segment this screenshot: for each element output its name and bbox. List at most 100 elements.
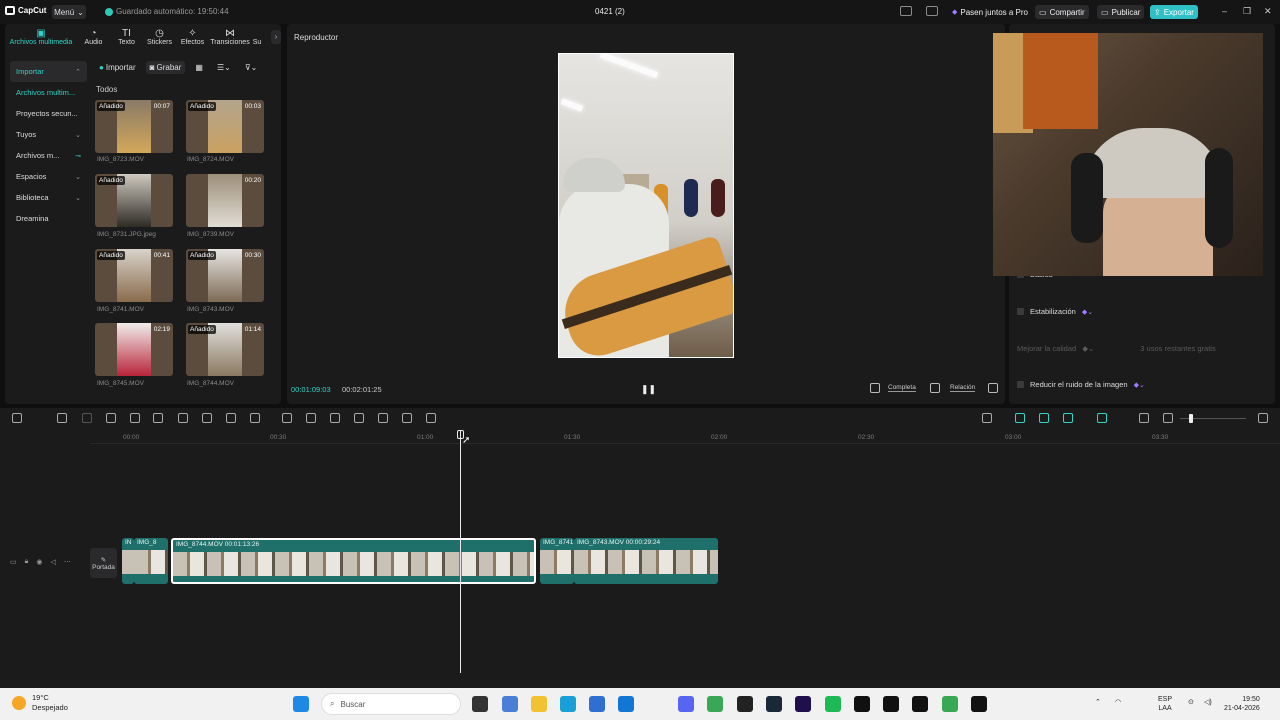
import-button[interactable]: ● Importar (95, 61, 140, 74)
stabilization-row[interactable]: Estabilización ◆⌄ (1017, 307, 1093, 316)
tiktok-icon[interactable] (883, 696, 899, 712)
timeline-clip[interactable]: IMG_8741 (540, 538, 574, 584)
image-icon[interactable] (402, 413, 412, 423)
store-icon[interactable] (589, 696, 605, 712)
preview-axis-icon[interactable] (1063, 413, 1073, 423)
sidebar-item-import[interactable]: Importar ⌃ (10, 61, 87, 82)
sort-button[interactable]: ☰⌄ (213, 61, 235, 74)
shield-icon[interactable] (202, 413, 212, 423)
media-thumbnail[interactable]: Añadido 00:07 (95, 100, 173, 153)
noise-reduction-row[interactable]: Reducir el ruido de la imagen ◆⌄ (1017, 380, 1145, 389)
media-thumbnail[interactable]: 00:20 (186, 174, 264, 227)
task-view-icon[interactable] (472, 696, 488, 712)
tab-audio[interactable]: ◔ Audio (77, 24, 110, 52)
track-toggle-icon[interactable]: ▭ (10, 558, 17, 566)
mail-icon[interactable] (618, 696, 634, 712)
fit-icon[interactable] (870, 383, 880, 393)
person-icon[interactable] (330, 413, 340, 423)
aspect-ratio-button[interactable]: Relación (950, 384, 976, 392)
timeline-clip[interactable]: IN (122, 538, 134, 584)
track-icon[interactable] (1097, 413, 1107, 423)
premiere-icon[interactable] (795, 696, 811, 712)
grid-view-button[interactable]: ▦ (191, 61, 207, 74)
checkbox[interactable] (1017, 308, 1024, 315)
steam-icon[interactable] (766, 696, 782, 712)
layout-icon[interactable] (900, 6, 912, 16)
zoom-out-icon[interactable] (1163, 413, 1173, 423)
timeline-clip-selected[interactable]: IMG_8744.MOV 00:01:13:26 (171, 538, 536, 584)
lock-icon[interactable]: 🔒︎ (25, 558, 29, 566)
close-icon[interactable]: ✕ (1264, 6, 1272, 17)
redo-icon[interactable] (82, 413, 92, 423)
network-icon[interactable]: ⊙ (1188, 698, 1194, 707)
live-app-icon[interactable] (854, 696, 870, 712)
export-button[interactable]: ⇪ Exportar (1150, 5, 1198, 19)
delete-icon[interactable] (178, 413, 188, 423)
maximize-icon[interactable]: ❐ (1243, 6, 1251, 17)
tab-text[interactable]: TI Texto (110, 24, 143, 52)
shortcuts-icon[interactable] (926, 6, 938, 16)
media-thumbnail[interactable]: Añadido 00:30 (186, 249, 264, 302)
speed-icon[interactable] (250, 413, 260, 423)
discord-icon[interactable] (678, 696, 694, 712)
capcut-icon[interactable] (912, 696, 928, 712)
select-tool-icon[interactable] (12, 413, 22, 423)
more-icon[interactable]: ⋯ (64, 558, 71, 566)
undo-icon[interactable] (57, 413, 67, 423)
pro-button[interactable]: ◆ Pasen juntos a Pro (948, 5, 1032, 19)
tabs-next-button[interactable]: › (271, 30, 281, 44)
sidebar-item-dreamina[interactable]: Dreamina (10, 208, 87, 229)
media-thumbnail[interactable]: Añadido (95, 174, 173, 227)
pause-button[interactable]: ❚❚ (641, 384, 656, 395)
tab-stickers[interactable]: ◷ Stickers (143, 24, 176, 52)
zoom-slider-handle[interactable] (1189, 414, 1193, 423)
timeline-clip[interactable]: IMG_8743.MOV 00:00:29:24 (574, 538, 718, 584)
minimize-icon[interactable]: – (1222, 6, 1227, 16)
edge-icon[interactable] (560, 696, 576, 712)
eye-icon[interactable]: ◉ (36, 558, 42, 566)
split-left-icon[interactable] (130, 413, 140, 423)
freeze-icon[interactable] (282, 413, 292, 423)
chrome-icon[interactable] (707, 696, 723, 712)
sidebar-item-yours[interactable]: Tuyos ⌄ (10, 124, 87, 145)
obs-icon[interactable] (737, 696, 753, 712)
tab-subtitles[interactable]: Su (251, 24, 263, 52)
magnet-icon[interactable] (1039, 413, 1049, 423)
filter-button[interactable]: ⊽⌄ (241, 61, 262, 74)
volume-icon[interactable]: ◁) (1204, 698, 1212, 707)
sidebar-item-files[interactable]: Archivos m... ⊸ (10, 145, 87, 166)
timeline-ruler[interactable]: 00:00 00:30 01:00 01:30 02:00 02:30 03:0… (90, 430, 1280, 444)
split-icon[interactable] (106, 413, 116, 423)
tray-chevron-icon[interactable]: ⌃ (1095, 698, 1101, 707)
microphone-icon[interactable] (982, 413, 992, 423)
language-indicator[interactable]: ESP LAA (1158, 695, 1172, 713)
cover-button[interactable]: ✎ Portada (90, 548, 117, 578)
live-app-icon[interactable] (971, 696, 987, 712)
spotify-icon[interactable] (825, 696, 841, 712)
magic-icon[interactable] (354, 413, 364, 423)
crop-icon[interactable] (930, 383, 940, 393)
subtitle-icon[interactable] (1139, 413, 1149, 423)
video-preview[interactable] (558, 53, 734, 358)
sidebar-item-media-files[interactable]: Archivos multim... (10, 82, 87, 103)
link-icon[interactable] (1015, 413, 1025, 423)
project-title[interactable]: 0421 (2) (595, 7, 625, 16)
full-quality-button[interactable]: Completa (888, 384, 916, 392)
share-button[interactable]: ▭ Compartir (1035, 5, 1089, 19)
chrome-icon[interactable] (942, 696, 958, 712)
audio-wave-icon[interactable] (426, 413, 436, 423)
mirror-icon[interactable] (306, 413, 316, 423)
crop-icon[interactable] (226, 413, 236, 423)
playhead[interactable] (460, 430, 461, 673)
media-thumbnail[interactable]: Añadido 00:41 (95, 249, 173, 302)
sidebar-item-library[interactable]: Biblioteca ⌄ (10, 187, 87, 208)
publish-button[interactable]: ▭ Publicar (1097, 5, 1145, 19)
split-right-icon[interactable] (153, 413, 163, 423)
record-button[interactable]: ◙ Grabar (145, 61, 186, 74)
zoom-in-icon[interactable] (1258, 413, 1268, 423)
speaker-icon[interactable]: ◁ (50, 558, 55, 566)
sidebar-item-secondary-projects[interactable]: Proyectos secun... (10, 103, 87, 124)
weather-widget[interactable]: 19°C Despejado (12, 693, 68, 713)
wifi-icon[interactable]: ◠ (1115, 698, 1121, 707)
file-explorer-icon[interactable] (531, 696, 547, 712)
